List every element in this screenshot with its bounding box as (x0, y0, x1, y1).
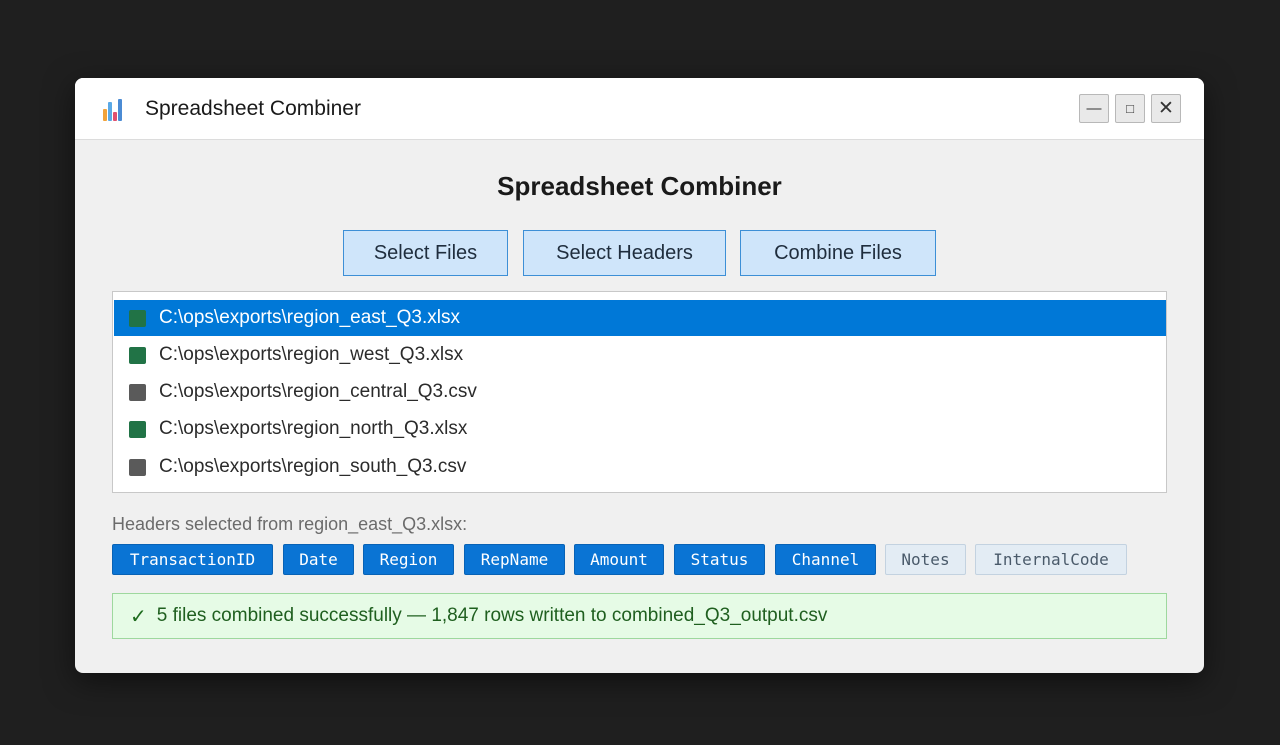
excel-file-icon (129, 346, 146, 364)
bar-chart-app-icon (102, 99, 124, 121)
file-list-item[interactable]: C:\ops\exports\region_north_Q3.xlsx (114, 411, 1166, 447)
csv-file-icon (129, 383, 146, 401)
file-path: C:\ops\exports\region_east_Q3.xlsx (159, 307, 460, 328)
header-chip-channel[interactable]: Channel (775, 544, 876, 575)
minimize-icon: — (1086, 100, 1102, 117)
header-chip-transactionid[interactable]: TransactionID (112, 544, 273, 575)
header-chip-repname[interactable]: RepName (464, 544, 565, 575)
combine-files-button[interactable]: Combine Files (740, 230, 936, 276)
file-path: C:\ops\exports\region_north_Q3.xlsx (159, 418, 468, 439)
excel-file-icon (129, 420, 146, 438)
maximize-button[interactable]: □ (1115, 94, 1145, 123)
file-path: C:\ops\exports\region_south_Q3.csv (159, 456, 467, 477)
window-title: Spreadsheet Combiner (145, 97, 361, 120)
select-headers-button[interactable]: Select Headers (523, 230, 726, 276)
file-path: C:\ops\exports\region_west_Q3.xlsx (159, 344, 464, 365)
page-title: Spreadsheet Combiner (497, 171, 782, 201)
file-list-item[interactable]: C:\ops\exports\region_west_Q3.xlsx (114, 337, 1166, 373)
checkmark-icon: ✓ (130, 605, 147, 628)
maximize-icon: □ (1126, 101, 1134, 116)
header-chip-internalcode[interactable]: InternalCode (975, 544, 1127, 575)
status-text: 5 files combined successfully — 1,847 ro… (156, 605, 828, 626)
app-window: Spreadsheet Combiner — □ ✕ Spreadsheet C… (75, 78, 1204, 673)
excel-file-icon (129, 309, 146, 327)
headers-label: Headers selected from region_east_Q3.xls… (112, 514, 468, 534)
file-list[interactable]: C:\ops\exports\region_east_Q3.xlsx C:\op… (112, 291, 1167, 493)
status-message: ✓ 5 files combined successfully — 1,847 … (112, 593, 1167, 639)
file-list-item[interactable]: C:\ops\exports\region_central_Q3.csv (114, 374, 1166, 410)
close-button[interactable]: ✕ (1151, 94, 1181, 123)
header-chip-region[interactable]: Region (363, 544, 454, 575)
csv-file-icon (129, 458, 146, 476)
file-path: C:\ops\exports\region_central_Q3.csv (159, 381, 477, 402)
close-icon: ✕ (1158, 98, 1174, 119)
header-chip-date[interactable]: Date (283, 544, 354, 575)
title-bar: Spreadsheet Combiner — □ ✕ (75, 78, 1204, 140)
header-chip-status[interactable]: Status (674, 544, 765, 575)
file-list-item[interactable]: C:\ops\exports\region_south_Q3.csv (114, 449, 1166, 485)
file-list-item[interactable]: C:\ops\exports\region_east_Q3.xlsx (114, 300, 1166, 336)
header-chip-notes[interactable]: Notes (885, 544, 966, 575)
minimize-button[interactable]: — (1079, 94, 1109, 123)
select-files-button[interactable]: Select Files (343, 230, 508, 276)
header-chip-amount[interactable]: Amount (574, 544, 664, 575)
